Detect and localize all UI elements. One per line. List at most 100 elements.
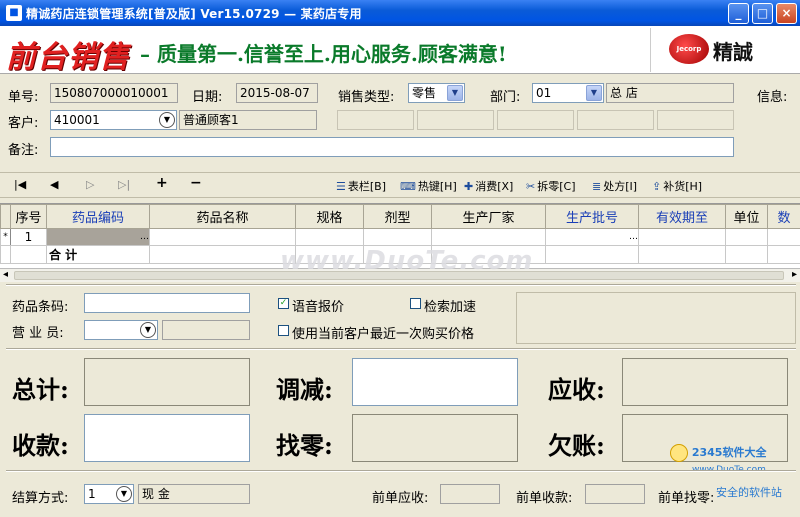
dept-label: 部门: <box>490 90 521 105</box>
split-button[interactable]: ✂ 拆零[C] <box>526 178 575 194</box>
chevron-down-icon[interactable]: ▼ <box>586 85 602 101</box>
restock-button-label: 补货[H] <box>663 180 703 193</box>
settle-select[interactable]: 1 ▼ <box>84 484 134 504</box>
add-row-button[interactable]: + <box>156 175 168 191</box>
total-row-label: 合 计 <box>46 245 150 264</box>
close-button[interactable]: × <box>776 3 797 24</box>
change-label: 找零: <box>276 431 333 460</box>
barcode-label: 药品条码: <box>12 300 69 315</box>
form-cell[interactable] <box>363 228 432 246</box>
chevron-down-icon[interactable]: ▼ <box>116 486 132 502</box>
batch-cell[interactable]: … <box>545 228 639 246</box>
clerk-name-field <box>162 320 250 340</box>
total-label: 总计: <box>12 375 69 404</box>
col-header-spec[interactable]: 规格 <box>295 204 364 229</box>
slogan: – 质量第一.信誉至上.用心服务.顾客满意! <box>140 42 507 66</box>
prev-record-icon[interactable]: ◀ <box>50 178 58 191</box>
spec-cell[interactable] <box>295 228 364 246</box>
title-bar: ■ 精诚药店连锁管理系统[普及版] Ver15.0729 — 某药店专用 _ □… <box>0 0 800 26</box>
voice-label: 语音报价 <box>292 300 345 315</box>
settle-code-value: 1 <box>88 487 96 501</box>
received-input[interactable] <box>84 414 250 462</box>
chevron-down-icon[interactable]: ▼ <box>447 85 463 101</box>
row-marker: * <box>0 228 11 246</box>
last-record-icon[interactable]: ▷| <box>118 178 130 191</box>
prev-change-label: 前单找零: <box>658 491 715 506</box>
last-price-label: 使用当前客户最近一次购买价格 <box>292 327 475 342</box>
chevron-down-icon[interactable]: ▼ <box>159 112 175 128</box>
dept-code-value: 01 <box>536 86 552 100</box>
logo-text: 精誠 <box>713 40 753 64</box>
info-panel <box>516 292 796 344</box>
qty-cell[interactable] <box>767 228 800 246</box>
expiry-cell[interactable] <box>638 228 726 246</box>
hotkey-button-label: 热键[H] <box>417 180 457 193</box>
order-no-field[interactable]: 150807000010001 <box>50 83 178 103</box>
col-header-expiry[interactable]: 有效期至 <box>638 204 726 229</box>
col-header-drug-name[interactable]: 药品名称 <box>149 204 296 229</box>
col-header-qty[interactable]: 数 <box>767 204 800 229</box>
search-accel-checkbox[interactable] <box>410 298 421 309</box>
grid-header: 序号 药品编码 药品名称 规格 剂型 生产厂家 生产批号 有效期至 单位 数 <box>0 204 800 229</box>
hotkey-button[interactable]: ⌨ 热键[H] <box>400 178 457 194</box>
date-field[interactable]: 2015-08-07 <box>236 83 318 103</box>
adjust-input[interactable] <box>352 358 518 406</box>
divider <box>6 348 796 350</box>
ellipsis-button[interactable]: … <box>629 232 638 242</box>
drug-code-cell[interactable]: … <box>46 228 150 246</box>
receivable-display <box>622 358 788 406</box>
window-title: 精诚药店连锁管理系统[普及版] Ver15.0729 — 某药店专用 <box>26 7 362 21</box>
col-header-form[interactable]: 剂型 <box>363 204 432 229</box>
col-header-unit[interactable]: 单位 <box>725 204 768 229</box>
restock-button[interactable]: ⇪ 补货[H] <box>652 178 702 194</box>
prev-receivable-label: 前单应收: <box>372 491 429 506</box>
next-record-icon[interactable]: ▷ <box>86 178 94 191</box>
info-field-3 <box>497 110 574 130</box>
col-header-manufacturer[interactable]: 生产厂家 <box>431 204 546 229</box>
ellipsis-button[interactable]: … <box>140 232 149 242</box>
unit-cell[interactable] <box>725 228 768 246</box>
scroll-right-icon[interactable]: ▸ <box>792 269 797 280</box>
maximize-button[interactable]: □ <box>752 3 773 24</box>
total-cell <box>725 245 768 264</box>
drug-name-cell[interactable] <box>149 228 296 246</box>
voice-checkbox[interactable]: ✓ <box>278 298 289 309</box>
customer-label: 客户: <box>8 116 39 131</box>
barcode-input[interactable] <box>84 293 250 313</box>
prescription-button[interactable]: ≣ 处方[I] <box>592 178 637 194</box>
customer-select[interactable]: 410001 ▼ <box>50 110 177 130</box>
sale-type-select[interactable]: 零售 ▼ <box>408 83 465 103</box>
table-row[interactable]: * 1 … … <box>0 228 800 246</box>
prev-receivable-display <box>440 484 500 504</box>
columns-button[interactable]: ☰ 表栏[B] <box>336 178 386 194</box>
total-cell <box>149 245 296 264</box>
remark-input[interactable] <box>50 137 734 157</box>
col-header-batch[interactable]: 生产批号 <box>545 204 639 229</box>
list-icon: ≣ <box>592 180 602 193</box>
minimize-button[interactable]: _ <box>728 3 749 24</box>
restock-icon: ⇪ <box>652 180 662 193</box>
clerk-label: 营 业 员: <box>12 326 64 341</box>
dept-select[interactable]: 01 ▼ <box>532 83 604 103</box>
received-label: 收款: <box>12 431 69 460</box>
scissors-icon: ✂ <box>526 180 536 193</box>
info-field-4 <box>577 110 654 130</box>
grid-corner <box>0 204 11 229</box>
total-row-index <box>10 245 47 264</box>
scroll-left-icon[interactable]: ◂ <box>3 269 8 280</box>
customer-code-value: 410001 <box>54 113 100 127</box>
keyboard-icon: ⌨ <box>400 180 416 193</box>
consume-button[interactable]: ✚ 消费[X] <box>464 178 513 194</box>
delete-row-button[interactable]: − <box>190 175 202 191</box>
clerk-select[interactable]: ▼ <box>84 320 158 340</box>
col-header-index[interactable]: 序号 <box>10 204 47 229</box>
col-header-drug-code[interactable]: 药品编码 <box>46 204 150 229</box>
first-record-icon[interactable]: |◀ <box>14 178 26 191</box>
chevron-down-icon[interactable]: ▼ <box>140 322 156 338</box>
manufacturer-cell[interactable] <box>431 228 546 246</box>
banner: 前台销售 – 质量第一.信誉至上.用心服务.顾客满意! Jecorp 精誠 <box>0 26 800 75</box>
last-price-checkbox[interactable] <box>278 325 289 336</box>
row-index: 1 <box>10 228 47 246</box>
settle-label: 结算方式: <box>12 491 69 506</box>
columns-button-label: 表栏[B] <box>347 180 387 193</box>
